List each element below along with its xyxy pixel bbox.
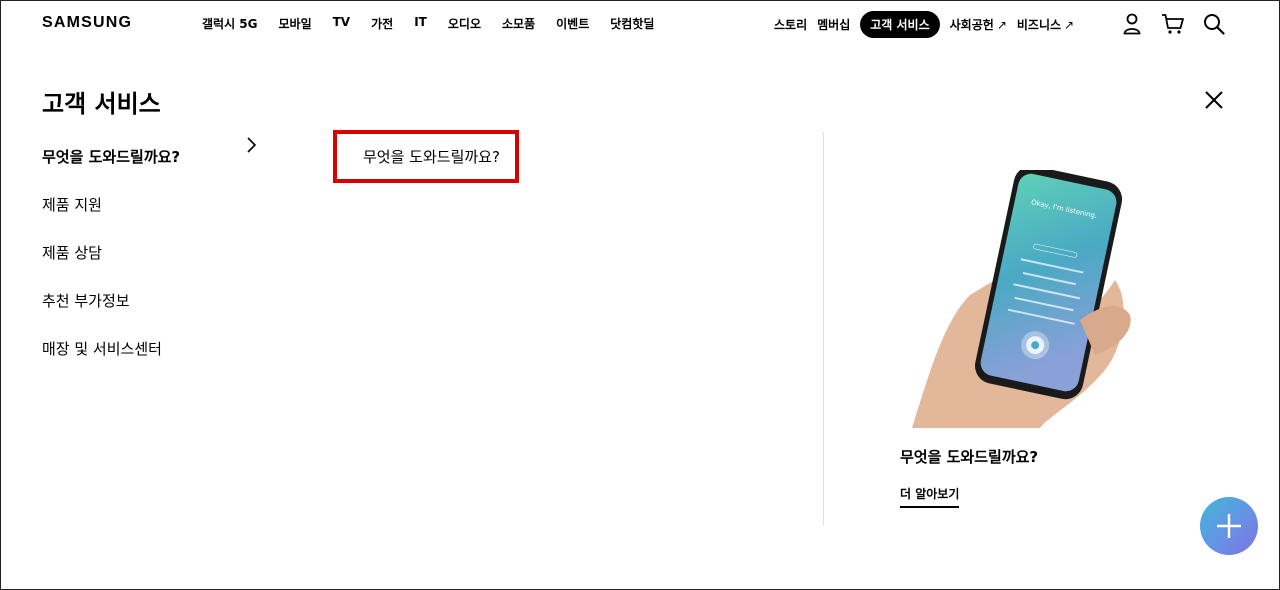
plus-icon (1217, 514, 1241, 538)
external-link-icon: ↗ (1064, 18, 1075, 32)
menu-item-product-support[interactable]: 제품 지원 (42, 180, 282, 228)
nav-item-audio[interactable]: 오디오 (448, 15, 481, 32)
nav-item-social-label: 사회공헌 (949, 18, 994, 32)
category-menu: 무엇을 도와드릴까요? 제품 지원 제품 상담 추천 부가정보 매장 및 서비스… (42, 137, 282, 372)
floating-plus-button[interactable] (1200, 497, 1258, 555)
nav-item-membership[interactable]: 멤버십 (817, 11, 850, 38)
nav-item-business[interactable]: 비즈니스 ↗ (1017, 11, 1074, 38)
column-divider (823, 132, 824, 525)
menu-item-label: 제품 지원 (42, 195, 102, 214)
nav-item-customer-service[interactable]: 고객 서비스 (860, 11, 940, 38)
main-nav: 갤럭시 5G 모바일 TV 가전 IT 오디오 소모품 이벤트 닷컴핫딜 (202, 15, 675, 32)
nav-item-mobile[interactable]: 모바일 (279, 15, 312, 32)
nav-item-hotdeal[interactable]: 닷컴핫딜 (610, 15, 654, 32)
promo-title: 무엇을 도와드릴까요? (900, 448, 1039, 466)
cart-icon[interactable] (1161, 12, 1185, 36)
menu-item-label: 제품 상담 (42, 243, 102, 262)
global-header: SAMSUNG 갤럭시 5G 모바일 TV 가전 IT 오디오 소모품 이벤트 … (0, 0, 1280, 50)
nav-item-consumables[interactable]: 소모품 (502, 15, 535, 32)
nav-item-it[interactable]: IT (414, 15, 427, 32)
nav-item-appliance[interactable]: 가전 (371, 15, 393, 32)
nav-item-business-label: 비즈니스 (1016, 18, 1062, 32)
phone-hand-image: Okay, I'm listening. (900, 165, 1140, 428)
submenu-item-help[interactable]: 무엇을 도와드릴까요? (333, 130, 519, 183)
chevron-right-icon (242, 135, 262, 155)
menu-title: 고객 서비스 (42, 90, 161, 118)
search-icon[interactable] (1202, 12, 1226, 36)
menu-item-help[interactable]: 무엇을 도와드릴까요? (42, 132, 282, 180)
external-link-icon: ↗ (996, 18, 1007, 32)
nav-item-story[interactable]: 스토리 (774, 11, 807, 38)
utility-nav: 스토리 멤버십 고객 서비스 사회공헌 ↗ 비즈니스 ↗ (774, 11, 1084, 38)
menu-item-store-service-center[interactable]: 매장 및 서비스센터 (42, 324, 282, 372)
nav-item-galaxy-5g[interactable]: 갤럭시 5G (202, 15, 258, 32)
user-icon[interactable] (1120, 12, 1144, 36)
header-icons (1120, 12, 1243, 36)
nav-item-tv[interactable]: TV (333, 15, 350, 32)
learn-more-link[interactable]: 더 알아보기 (900, 485, 960, 508)
nav-item-social[interactable]: 사회공헌 ↗ (950, 11, 1007, 38)
close-icon[interactable] (1200, 86, 1228, 114)
menu-item-recommended-info[interactable]: 추천 부가정보 (42, 276, 282, 324)
menu-item-label: 추천 부가정보 (42, 291, 130, 310)
menu-item-label: 매장 및 서비스센터 (42, 339, 162, 358)
menu-item-product-consult[interactable]: 제품 상담 (42, 228, 282, 276)
nav-item-event[interactable]: 이벤트 (556, 15, 589, 32)
menu-item-label: 무엇을 도와드릴까요? (42, 147, 181, 166)
samsung-logo[interactable]: SAMSUNG (42, 14, 132, 32)
